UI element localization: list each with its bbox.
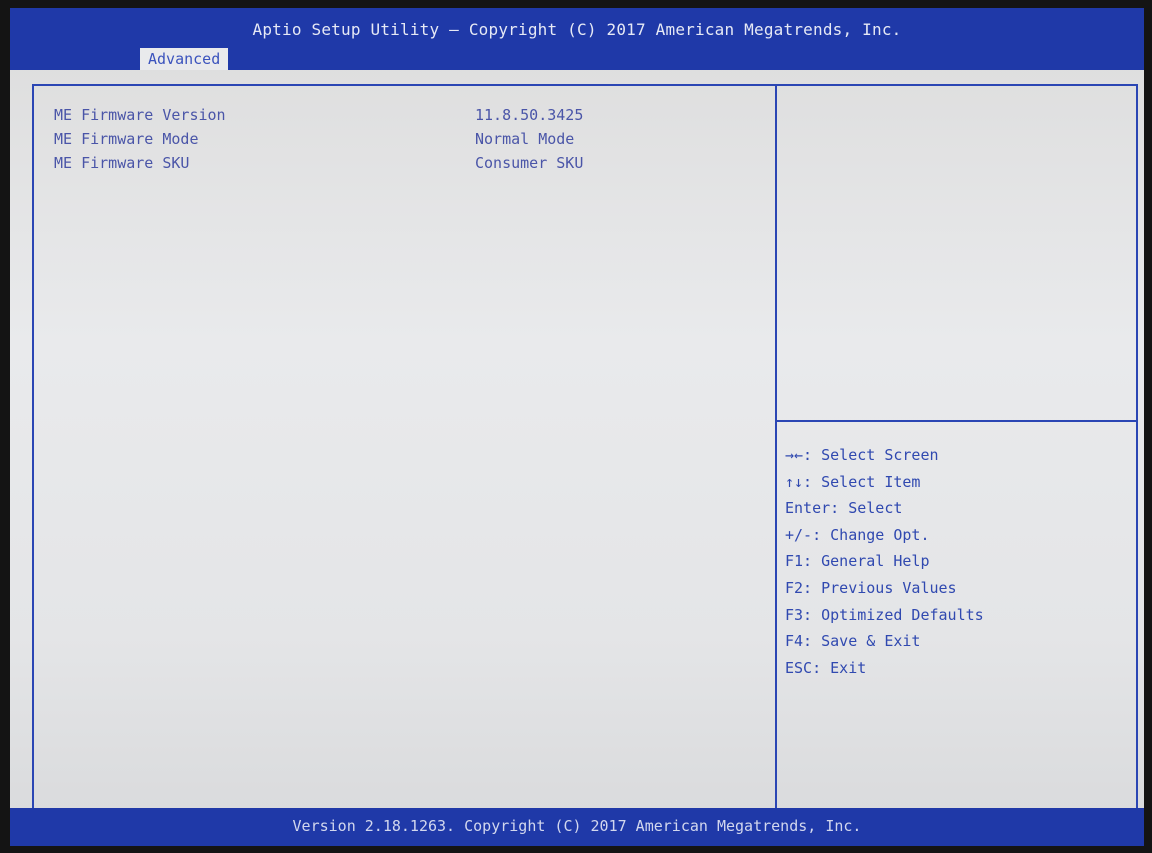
utility-title: Aptio Setup Utility – Copyright (C) 2017…: [252, 20, 902, 39]
setting-row-me-firmware-version: ME Firmware Version 11.8.50.3425: [54, 104, 754, 126]
tab-advanced[interactable]: Advanced: [140, 48, 229, 70]
setting-row-me-firmware-mode: ME Firmware Mode Normal Mode: [54, 128, 754, 150]
setting-label: ME Firmware SKU: [54, 154, 190, 172]
help-select-screen: →←: Select Screen: [785, 446, 939, 464]
help-divider: [777, 420, 1136, 422]
help-select-item: ↑↓: Select Item: [785, 472, 921, 491]
help-enter-select: Enter: Select: [785, 499, 903, 518]
footer-bar: Version 2.18.1263. Copyright (C) 2017 Am…: [10, 808, 1144, 846]
panel-divider: [775, 84, 777, 814]
help-change-opt: +/-: Change Opt.: [785, 525, 930, 544]
bios-screen: Aptio Setup Utility – Copyright (C) 2017…: [10, 8, 1144, 846]
setting-value: 11.8.50.3425: [475, 106, 584, 124]
setting-row-me-firmware-sku: ME Firmware SKU Consumer SKU: [54, 152, 754, 174]
key-help-panel: →←: Select Screen ↑↓: Select Item Enter:…: [785, 442, 984, 681]
setting-label: ME Firmware Mode: [54, 130, 199, 148]
help-esc-exit: ESC: Exit: [785, 658, 867, 677]
setting-value: Consumer SKU: [475, 154, 584, 172]
setting-value: Normal Mode: [475, 130, 575, 148]
setting-label: ME Firmware Version: [54, 106, 226, 124]
help-optimized-defaults: F3: Optimized Defaults: [785, 605, 984, 624]
title-bar: Aptio Setup Utility – Copyright (C) 2017…: [10, 8, 1144, 70]
help-previous-values: F2: Previous Values: [785, 578, 957, 597]
help-save-exit: F4: Save & Exit: [785, 632, 921, 651]
version-text: Version 2.18.1263. Copyright (C) 2017 Am…: [292, 817, 862, 835]
help-general-help: F1: General Help: [785, 552, 930, 571]
